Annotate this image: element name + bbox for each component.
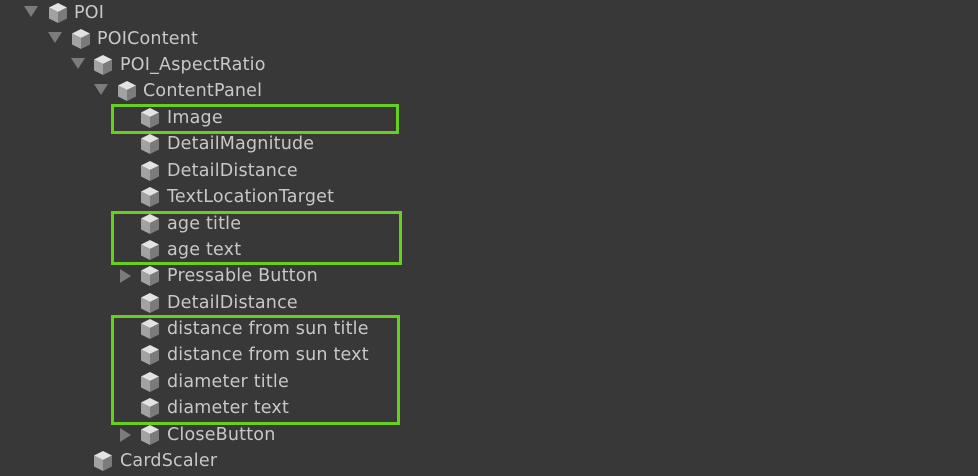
- cube-icon: [49, 3, 67, 23]
- hierarchy-item-closebutton[interactable]: CloseButton: [0, 422, 978, 448]
- cube-icon: [141, 214, 159, 234]
- hierarchy-item-distance-from-sun-title[interactable]: distance from sun title: [0, 316, 978, 342]
- hierarchy-item-pressable-button[interactable]: Pressable Button: [0, 263, 978, 289]
- hierarchy-item-label: DetailMagnitude: [167, 134, 315, 154]
- hierarchy-item-label: age text: [167, 240, 242, 260]
- triangle-right-icon[interactable]: [120, 269, 131, 283]
- hierarchy-item-textlocationtarget[interactable]: TextLocationTarget: [0, 184, 978, 210]
- triangle-down-icon[interactable]: [71, 58, 85, 69]
- hierarchy-item-detaildistance[interactable]: DetailDistance: [0, 158, 978, 184]
- cube-icon: [141, 108, 159, 128]
- hierarchy-item-label: Pressable Button: [167, 266, 318, 286]
- hierarchy-item-diameter-text[interactable]: diameter text: [0, 395, 978, 421]
- hierarchy-item-poi[interactable]: POI: [0, 0, 978, 26]
- cube-icon: [141, 266, 159, 286]
- hierarchy-item-detaildistance-2[interactable]: DetailDistance: [0, 290, 978, 316]
- hierarchy-item-label: DetailDistance: [167, 293, 298, 313]
- hierarchy-item-label: DetailDistance: [167, 161, 298, 181]
- hierarchy-item-label: diameter text: [167, 398, 290, 418]
- hierarchy-item-detailmagnitude[interactable]: DetailMagnitude: [0, 131, 978, 157]
- hierarchy-item-label: POIContent: [97, 29, 199, 49]
- hierarchy-item-age-text[interactable]: age text: [0, 237, 978, 263]
- cube-icon: [94, 451, 112, 471]
- hierarchy-item-label: distance from sun text: [167, 345, 369, 365]
- cube-icon: [141, 345, 159, 365]
- hierarchy-item-label: CardScaler: [120, 451, 218, 471]
- hierarchy-item-cardscaler[interactable]: CardScaler: [0, 448, 978, 474]
- cube-icon: [72, 29, 90, 49]
- cube-icon: [141, 425, 159, 445]
- cube-icon: [141, 161, 159, 181]
- hierarchy-item-poicontent[interactable]: POIContent: [0, 26, 978, 52]
- hierarchy-item-label: POI: [74, 3, 105, 23]
- cube-icon: [141, 372, 159, 392]
- hierarchy-item-distance-from-sun-text[interactable]: distance from sun text: [0, 342, 978, 368]
- cube-icon: [141, 398, 159, 418]
- hierarchy-item-poi-aspectratio[interactable]: POI_AspectRatio: [0, 52, 978, 78]
- hierarchy-item-label: POI_AspectRatio: [120, 55, 266, 75]
- cube-icon: [94, 55, 112, 75]
- cube-icon: [141, 187, 159, 207]
- hierarchy-item-label: TextLocationTarget: [167, 187, 335, 207]
- cube-icon: [141, 319, 159, 339]
- triangle-right-icon[interactable]: [120, 428, 131, 442]
- triangle-down-icon[interactable]: [24, 6, 38, 17]
- cube-icon: [141, 240, 159, 260]
- cube-icon: [141, 293, 159, 313]
- cube-icon: [141, 134, 159, 154]
- hierarchy-item-label: ContentPanel: [143, 81, 263, 101]
- hierarchy-item-label: CloseButton: [167, 425, 276, 445]
- hierarchy-panel: POI POIContent POI_AspectRatio ContentPa…: [0, 0, 978, 476]
- hierarchy-item-diameter-title[interactable]: diameter title: [0, 369, 978, 395]
- hierarchy-item-label: diameter title: [167, 372, 289, 392]
- hierarchy-item-image[interactable]: Image: [0, 105, 978, 131]
- hierarchy-item-label: Image: [167, 108, 223, 128]
- triangle-down-icon[interactable]: [94, 84, 108, 95]
- hierarchy-item-label: distance from sun title: [167, 319, 369, 339]
- hierarchy-item-label: age title: [167, 214, 242, 234]
- hierarchy-item-contentpanel[interactable]: ContentPanel: [0, 78, 978, 104]
- triangle-down-icon[interactable]: [48, 32, 62, 43]
- hierarchy-item-age-title[interactable]: age title: [0, 211, 978, 237]
- cube-icon: [118, 81, 136, 101]
